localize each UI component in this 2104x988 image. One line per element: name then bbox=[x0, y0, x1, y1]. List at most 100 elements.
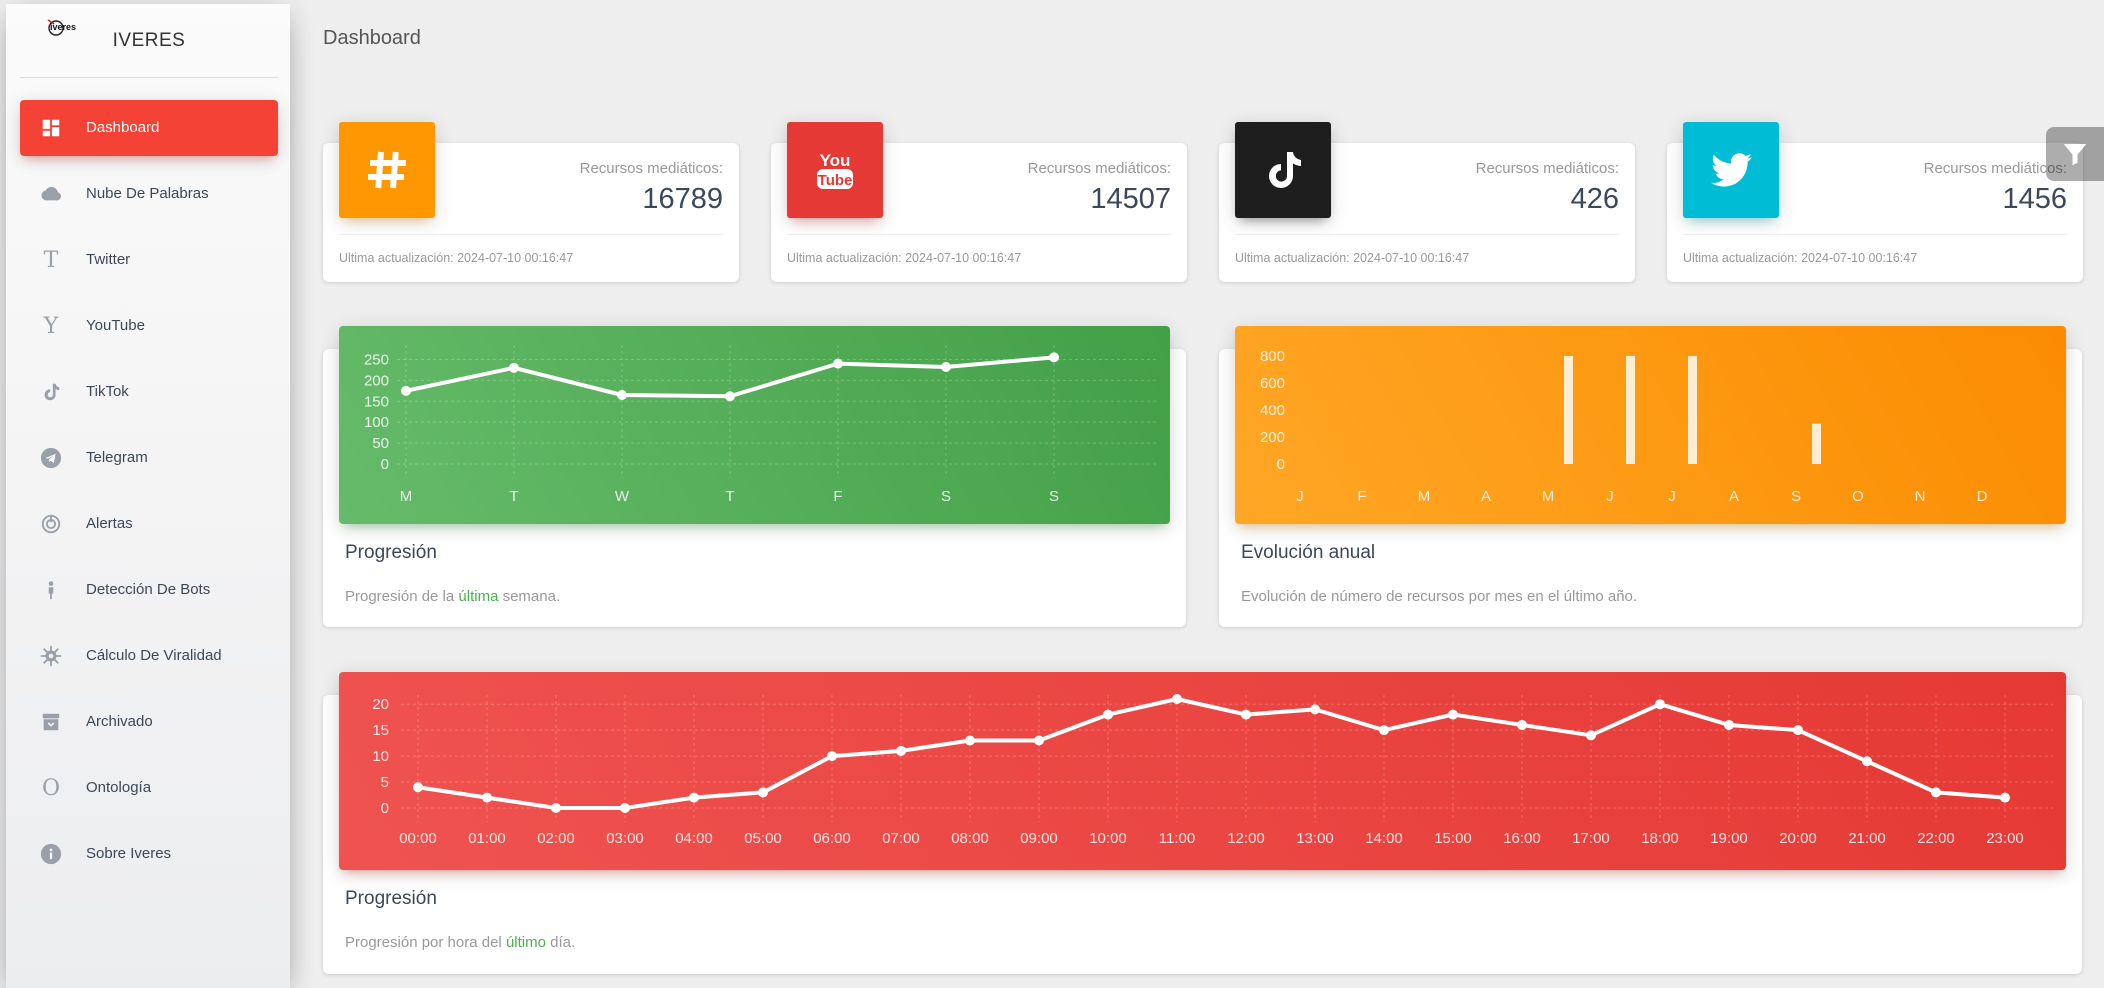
stat-updated: Ultima actualización: 2024-07-10 00:16:4… bbox=[787, 251, 1022, 265]
sidebar-item-sobre-iveres[interactable]: Sobre Iveres bbox=[20, 826, 278, 882]
sidebar: iveres IVERES Dashboard Nube De Palabras T… bbox=[6, 4, 290, 988]
sidebar-item-ontología[interactable]: O Ontología bbox=[20, 760, 278, 816]
data-point bbox=[833, 358, 843, 369]
sidebar-item-dashboard[interactable]: Dashboard bbox=[20, 100, 278, 156]
sidebar-nav: Dashboard Nube De Palabras T Twitter Y YouTub… bbox=[20, 100, 278, 892]
annual-chart-header: 0 200 400 600 800 J F M A M J J A S O N D bbox=[1235, 326, 2066, 524]
y-tick-label: 5 bbox=[381, 774, 389, 791]
youtube-icon: You Tube bbox=[787, 122, 883, 218]
x-tick-label: J bbox=[1606, 488, 1614, 505]
person-icon bbox=[38, 578, 64, 602]
weekly-chart-description: Progresión de la última semana. bbox=[345, 588, 561, 605]
x-tick-label: O bbox=[1852, 488, 1864, 505]
data-point bbox=[725, 391, 735, 402]
data-point bbox=[1379, 725, 1389, 736]
y-tick-label: 200 bbox=[364, 372, 389, 389]
data-point bbox=[413, 782, 423, 793]
x-tick-label: 05:00 bbox=[744, 830, 782, 847]
weekly-chart-title: Progresión bbox=[345, 542, 437, 563]
sidebar-item-twitter[interactable]: T Twitter bbox=[20, 232, 278, 288]
filter-button[interactable] bbox=[2046, 127, 2104, 181]
sidebar-item-detección-de-bots[interactable]: Detección De Bots bbox=[20, 562, 278, 618]
x-tick-label: J bbox=[1668, 488, 1676, 505]
y-tick-label: 0 bbox=[381, 456, 389, 473]
hourly-chart-card: 0 5 10 15 20 00:00 01:00 02:00 03:00 04:00 05:00 06… bbox=[323, 672, 2082, 974]
twitter-icon bbox=[1683, 122, 1779, 218]
y-tick-label: 20 bbox=[372, 696, 389, 713]
weekly-chart-header: 0 50 100 150 200 250 M T W T F S S bbox=[339, 326, 1170, 524]
x-tick-label: M bbox=[1418, 488, 1431, 505]
sidebar-item-label: Detección De Bots bbox=[86, 581, 211, 598]
alert-icon bbox=[38, 512, 64, 536]
stat-divider bbox=[1235, 234, 1619, 235]
stat-card: Recursos mediáticos: 1456 Ultima actuali… bbox=[1667, 122, 2083, 282]
sidebar-item-alertas[interactable]: Alertas bbox=[20, 496, 278, 552]
x-tick-label: 13:00 bbox=[1296, 830, 1334, 847]
sidebar-item-label: Alertas bbox=[86, 515, 133, 532]
y-tick-label: 400 bbox=[1260, 402, 1285, 419]
x-tick-label: S bbox=[1791, 488, 1801, 505]
data-point bbox=[620, 803, 630, 813]
letter-o-icon: O bbox=[41, 775, 61, 801]
dashboard-icon bbox=[38, 116, 64, 140]
bar bbox=[1812, 423, 1821, 464]
y-tick-label: 100 bbox=[364, 414, 389, 431]
data-point bbox=[401, 385, 411, 396]
x-tick-label: 07:00 bbox=[882, 830, 920, 847]
sidebar-item-label: Archivado bbox=[86, 713, 153, 730]
hourly-line-chart: 0 5 10 15 20 00:00 01:00 02:00 03:00 04:00 05:00 06… bbox=[372, 694, 2053, 847]
hourly-chart-description: Progresión por hora del último día. bbox=[345, 934, 576, 951]
x-tick-label: D bbox=[1977, 488, 1988, 505]
stat-card: Recursos mediáticos: 426 Ultima actualiz… bbox=[1219, 122, 1635, 282]
data-point bbox=[551, 803, 561, 813]
stat-divider bbox=[339, 234, 723, 235]
data-point bbox=[1724, 719, 1734, 730]
brand[interactable]: iveres IVERES bbox=[20, 4, 278, 78]
annual-chart-title: Evolución anual bbox=[1241, 542, 1376, 563]
data-point bbox=[1172, 694, 1182, 704]
x-tick-label: 22:00 bbox=[1917, 830, 1955, 847]
stat-value: 426 bbox=[1570, 183, 1619, 215]
data-point bbox=[1655, 699, 1665, 710]
data-point bbox=[1931, 787, 1941, 798]
x-tick-label: 10:00 bbox=[1089, 830, 1127, 847]
stat-updated: Ultima actualización: 2024-07-10 00:16:4… bbox=[1683, 251, 1918, 265]
stat-label: Recursos mediáticos: bbox=[1475, 160, 1619, 177]
data-point bbox=[1310, 704, 1320, 715]
x-tick-label: N bbox=[1915, 488, 1926, 505]
sidebar-item-archivado[interactable]: Archivado bbox=[20, 694, 278, 750]
y-tick-label: 150 bbox=[364, 393, 389, 410]
sidebar-item-nube-de-palabras[interactable]: Nube De Palabras bbox=[20, 166, 278, 222]
letter-t-icon: T bbox=[43, 247, 59, 273]
telegram-icon bbox=[38, 446, 64, 470]
y-tick-label: 0 bbox=[381, 800, 389, 817]
sidebar-item-label: Telegram bbox=[86, 449, 148, 466]
stat-updated: Ultima actualización: 2024-07-10 00:16:4… bbox=[1235, 251, 1470, 265]
stat-divider bbox=[1683, 234, 2067, 235]
stat-value: 16789 bbox=[642, 183, 723, 215]
stat-card: Recursos mediáticos: 16789 Ultima actual… bbox=[323, 122, 739, 282]
x-tick-label: 17:00 bbox=[1572, 830, 1610, 847]
x-tick-label: W bbox=[615, 488, 630, 505]
data-point bbox=[1586, 730, 1596, 741]
tiktok-icon bbox=[38, 380, 64, 404]
data-point bbox=[482, 792, 492, 803]
sidebar-item-youtube[interactable]: Y YouTube bbox=[20, 298, 278, 354]
sidebar-item-label: YouTube bbox=[86, 317, 145, 334]
x-tick-label: 14:00 bbox=[1365, 830, 1403, 847]
x-tick-label: F bbox=[1357, 488, 1366, 505]
data-point bbox=[1862, 756, 1872, 767]
sidebar-item-cálculo-de-viralidad[interactable]: Cálculo De Viralidad bbox=[20, 628, 278, 684]
x-tick-label: S bbox=[941, 488, 951, 505]
sidebar-item-telegram[interactable]: Telegram bbox=[20, 430, 278, 486]
stat-value: 14507 bbox=[1090, 183, 1171, 215]
sidebar-item-tiktok[interactable]: TikTok bbox=[20, 364, 278, 420]
info-icon bbox=[38, 842, 64, 866]
x-tick-label: F bbox=[833, 488, 842, 505]
x-tick-label: 16:00 bbox=[1503, 830, 1541, 847]
x-tick-label: 06:00 bbox=[813, 830, 851, 847]
data-point bbox=[896, 745, 906, 756]
x-tick-label: M bbox=[400, 488, 413, 505]
svg-text:Tube: Tube bbox=[818, 172, 853, 189]
y-tick-label: 10 bbox=[372, 748, 389, 765]
